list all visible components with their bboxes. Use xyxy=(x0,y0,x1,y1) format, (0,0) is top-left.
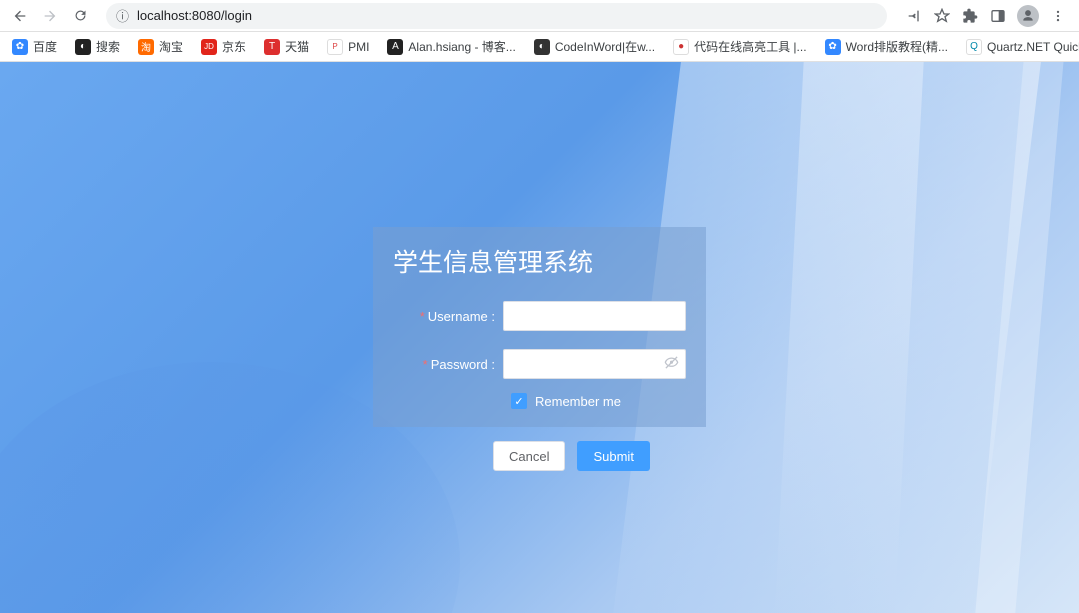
page-title: 学生信息管理系统 xyxy=(393,243,686,279)
bookmarks-bar: ✿百度 ◐搜索 淘淘宝 JD京东 T天猫 PPMI AAlan.hsiang -… xyxy=(0,32,1079,62)
required-icon: * xyxy=(423,357,428,372)
bookmark-codeinword[interactable]: ◐CodeInWord|在w... xyxy=(534,38,655,55)
username-label: *Username : xyxy=(393,309,503,324)
url-text: localhost:8080/login xyxy=(137,8,252,23)
login-panel: 学生信息管理系统 *Username : *Password : ✓ Remem… xyxy=(373,227,706,427)
bookmark-tmall[interactable]: T天猫 xyxy=(264,38,309,55)
forward-button[interactable] xyxy=(38,4,62,28)
star-icon[interactable] xyxy=(933,7,951,25)
bookmark-pmi[interactable]: PPMI xyxy=(327,39,369,55)
remember-label: Remember me xyxy=(535,394,621,409)
bookmark-word[interactable]: ✿Word排版教程(精... xyxy=(825,38,948,55)
username-row: *Username : xyxy=(393,301,686,331)
password-label: *Password : xyxy=(393,357,503,372)
bookmark-taobao[interactable]: 淘淘宝 xyxy=(138,38,183,55)
username-input[interactable] xyxy=(503,301,686,331)
cancel-button[interactable]: Cancel xyxy=(493,441,565,471)
share-icon[interactable] xyxy=(905,7,923,25)
site-info-icon[interactable]: ⓘ xyxy=(116,6,129,25)
back-button[interactable] xyxy=(8,4,32,28)
browser-toolbar: ⓘ localhost:8080/login xyxy=(0,0,1079,32)
toolbar-right xyxy=(901,5,1071,27)
panel-icon[interactable] xyxy=(989,7,1007,25)
address-bar[interactable]: ⓘ localhost:8080/login xyxy=(106,3,887,29)
remember-checkbox[interactable]: ✓ xyxy=(511,393,527,409)
bookmark-search[interactable]: ◐搜索 xyxy=(75,38,120,55)
page-content: 学生信息管理系统 *Username : *Password : ✓ Remem… xyxy=(0,62,1079,613)
remember-row: ✓ Remember me xyxy=(393,393,686,409)
bookmark-highlight[interactable]: ●代码在线高亮工具 |... xyxy=(673,38,806,55)
bookmark-baidu[interactable]: ✿百度 xyxy=(12,38,57,55)
profile-avatar[interactable] xyxy=(1017,5,1039,27)
bookmark-alan[interactable]: AAlan.hsiang - 博客... xyxy=(387,38,515,55)
reload-button[interactable] xyxy=(68,4,92,28)
extensions-icon[interactable] xyxy=(961,7,979,25)
submit-button[interactable]: Submit xyxy=(577,441,649,471)
password-input[interactable] xyxy=(503,349,686,379)
bookmark-quartz[interactable]: QQuartz.NET Quick... xyxy=(966,39,1079,55)
button-row: Cancel Submit xyxy=(493,441,650,471)
required-icon: * xyxy=(420,309,425,324)
password-row: *Password : xyxy=(393,349,686,379)
password-visibility-toggle-icon[interactable] xyxy=(664,355,679,373)
bookmark-jd[interactable]: JD京东 xyxy=(201,38,246,55)
menu-icon[interactable] xyxy=(1049,7,1067,25)
